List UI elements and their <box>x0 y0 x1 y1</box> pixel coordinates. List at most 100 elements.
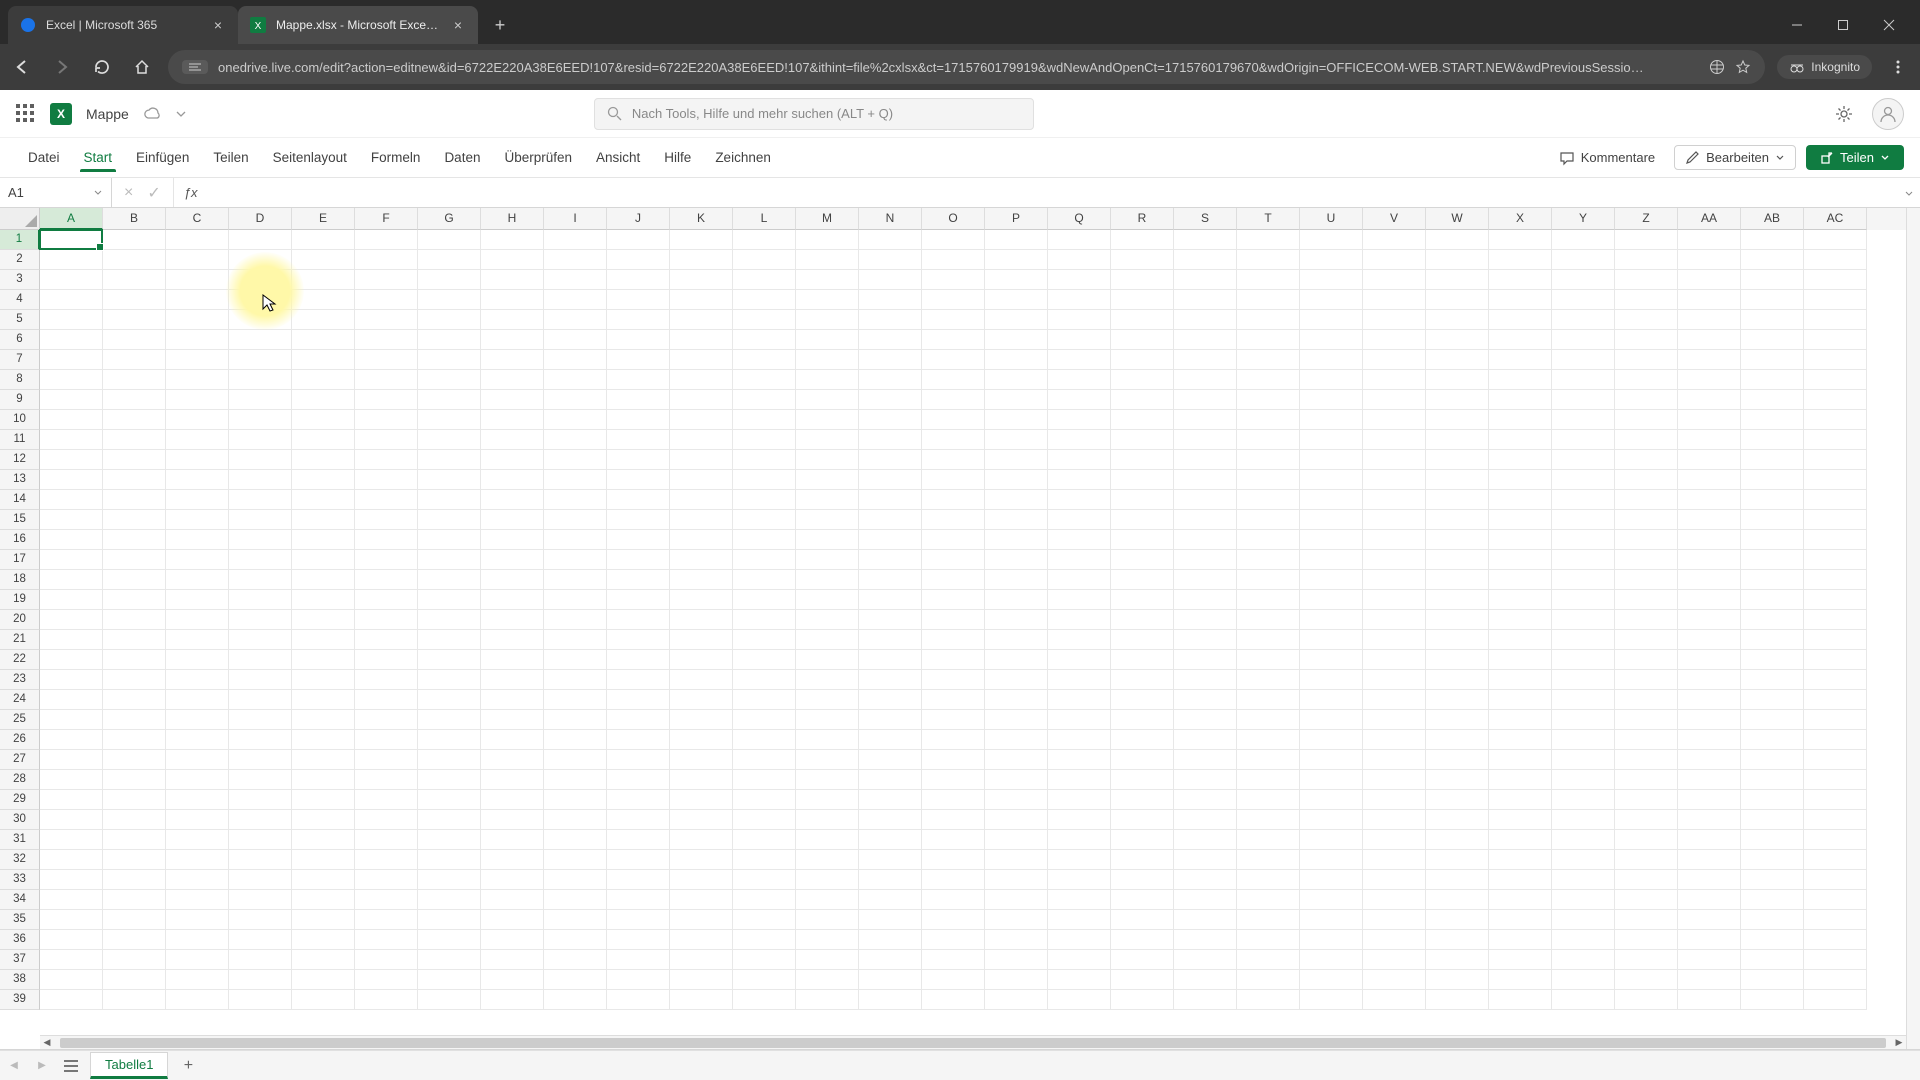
cell[interactable] <box>1615 910 1678 930</box>
cell[interactable] <box>40 950 103 970</box>
cell[interactable] <box>229 770 292 790</box>
browser-tab[interactable]: Excel | Microsoft 365 × <box>8 6 238 44</box>
cell[interactable] <box>1489 270 1552 290</box>
cell[interactable] <box>796 550 859 570</box>
cell[interactable] <box>1237 610 1300 630</box>
cell[interactable] <box>481 670 544 690</box>
cell[interactable] <box>1615 710 1678 730</box>
cell[interactable] <box>292 870 355 890</box>
cell[interactable] <box>103 430 166 450</box>
cell[interactable] <box>355 830 418 850</box>
cell[interactable] <box>1741 450 1804 470</box>
cell[interactable] <box>544 770 607 790</box>
cell[interactable] <box>1237 590 1300 610</box>
cell[interactable] <box>1363 910 1426 930</box>
cell[interactable] <box>1489 290 1552 310</box>
cell[interactable] <box>1426 890 1489 910</box>
cell[interactable] <box>859 970 922 990</box>
cell[interactable] <box>418 830 481 850</box>
column-header[interactable]: T <box>1237 208 1300 230</box>
cell[interactable] <box>1615 790 1678 810</box>
cell[interactable] <box>229 690 292 710</box>
cell[interactable] <box>1741 570 1804 590</box>
cell[interactable] <box>1111 650 1174 670</box>
cell[interactable] <box>1300 590 1363 610</box>
cell[interactable] <box>1300 770 1363 790</box>
cell[interactable] <box>670 530 733 550</box>
cell[interactable] <box>1804 850 1867 870</box>
row-header[interactable]: 27 <box>0 750 40 770</box>
cell[interactable] <box>544 950 607 970</box>
cell[interactable] <box>1741 610 1804 630</box>
cell[interactable] <box>922 390 985 410</box>
cell[interactable] <box>229 450 292 470</box>
cell[interactable] <box>1615 250 1678 270</box>
cell[interactable] <box>607 890 670 910</box>
cell[interactable] <box>1552 230 1615 250</box>
cell[interactable] <box>1489 530 1552 550</box>
cell[interactable] <box>166 770 229 790</box>
cell[interactable] <box>40 870 103 890</box>
cell[interactable] <box>796 910 859 930</box>
cell[interactable] <box>1111 470 1174 490</box>
cell[interactable] <box>40 590 103 610</box>
cell[interactable] <box>418 670 481 690</box>
cell[interactable] <box>922 330 985 350</box>
cell[interactable] <box>607 910 670 930</box>
cell[interactable] <box>544 230 607 250</box>
cell[interactable] <box>922 630 985 650</box>
cell[interactable] <box>1048 850 1111 870</box>
select-all-button[interactable] <box>0 208 40 230</box>
cell[interactable] <box>1048 690 1111 710</box>
cell[interactable] <box>292 330 355 350</box>
cell[interactable] <box>1678 350 1741 370</box>
cell[interactable] <box>229 730 292 750</box>
cell[interactable] <box>166 330 229 350</box>
cell[interactable] <box>103 310 166 330</box>
cell[interactable] <box>922 850 985 870</box>
cell[interactable] <box>1678 810 1741 830</box>
cell[interactable] <box>733 250 796 270</box>
cell[interactable] <box>1048 490 1111 510</box>
cell[interactable] <box>1804 530 1867 550</box>
cell[interactable] <box>985 430 1048 450</box>
cell[interactable] <box>481 510 544 530</box>
cell[interactable] <box>1111 270 1174 290</box>
cell[interactable] <box>985 690 1048 710</box>
cell[interactable] <box>733 570 796 590</box>
column-header[interactable]: U <box>1300 208 1363 230</box>
ribbon-tab-view[interactable]: Ansicht <box>584 144 652 171</box>
cell[interactable] <box>1489 930 1552 950</box>
cell[interactable] <box>1174 470 1237 490</box>
cell[interactable] <box>40 390 103 410</box>
cell[interactable] <box>1552 490 1615 510</box>
cell[interactable] <box>1804 390 1867 410</box>
cell[interactable] <box>1237 750 1300 770</box>
cell[interactable] <box>859 830 922 850</box>
cell[interactable] <box>1300 350 1363 370</box>
cell[interactable] <box>1237 290 1300 310</box>
cell[interactable] <box>1426 790 1489 810</box>
cell[interactable] <box>1111 870 1174 890</box>
cell[interactable] <box>1174 790 1237 810</box>
row-header[interactable]: 39 <box>0 990 40 1010</box>
cell[interactable] <box>418 590 481 610</box>
cell[interactable] <box>40 630 103 650</box>
cell[interactable] <box>1048 730 1111 750</box>
cell[interactable] <box>1426 290 1489 310</box>
cell[interactable] <box>418 350 481 370</box>
cell[interactable] <box>481 990 544 1010</box>
cell[interactable] <box>229 670 292 690</box>
home-button[interactable] <box>128 53 156 81</box>
cell[interactable] <box>859 690 922 710</box>
cell[interactable] <box>166 890 229 910</box>
cell[interactable] <box>733 630 796 650</box>
column-header[interactable]: O <box>922 208 985 230</box>
column-header[interactable]: G <box>418 208 481 230</box>
cell[interactable] <box>1552 690 1615 710</box>
cell[interactable] <box>1615 270 1678 290</box>
cell[interactable] <box>229 830 292 850</box>
cell[interactable] <box>1426 350 1489 370</box>
cell[interactable] <box>859 430 922 450</box>
cell[interactable] <box>733 610 796 630</box>
